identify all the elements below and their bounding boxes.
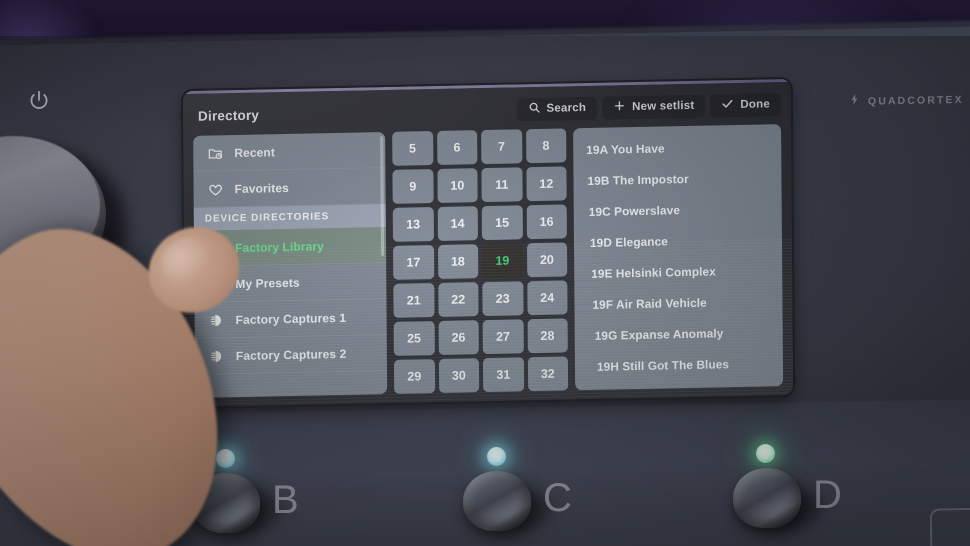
sidebar-item-label: Recent	[234, 144, 275, 160]
brand-name: QUADCORTEX	[867, 93, 964, 108]
sidebar-item-label: Factory Captures 1	[235, 310, 347, 327]
footswitch-cap-d[interactable]	[733, 468, 801, 528]
power-icon[interactable]	[26, 88, 52, 114]
grid-cell[interactable]: 18	[437, 244, 479, 280]
sidebar-item-label: Factory Captures 2	[235, 346, 347, 363]
grid-cell[interactable]: 23	[482, 281, 524, 317]
new-setlist-button[interactable]: New setlist	[601, 94, 706, 120]
grid-cell[interactable]: 22	[437, 282, 479, 318]
capture-icon	[208, 311, 225, 328]
grid-cell[interactable]: 25	[393, 321, 435, 356]
grid-cell[interactable]: 15	[481, 205, 523, 241]
done-button[interactable]: Done	[710, 92, 781, 118]
preset-number-grid: 5 6 7 8 9 10 11 12 13 14 15 16 17 18 19 …	[392, 128, 569, 394]
grid-cell[interactable]: 12	[525, 166, 567, 202]
sidebar-item-label: My Presets	[235, 275, 300, 291]
grid-cell[interactable]: 30	[438, 358, 480, 394]
screen-header: Directory Search New setlist Done	[193, 91, 781, 129]
grid-cell[interactable]: 24	[526, 280, 568, 316]
footswitch-led-b	[216, 449, 235, 468]
heart-icon	[207, 180, 224, 197]
grid-cell[interactable]: 10	[436, 168, 478, 204]
sidebar-item-label: Favorites	[234, 180, 289, 196]
bottom-right-panel-edge	[929, 507, 970, 546]
preset-list-item[interactable]: 19G Expanse Anomaly	[575, 316, 783, 351]
grid-cell-selected[interactable]: 19	[482, 243, 523, 279]
preset-list-item[interactable]: 19B The Impostor	[573, 161, 781, 196]
footswitch-led-d	[756, 444, 775, 463]
lightning-bolt-icon	[848, 93, 861, 111]
sidebar-item-label: Factory Library	[234, 238, 324, 255]
footswitch-label-d: D	[813, 473, 842, 517]
sidebar-item-factory-captures-2[interactable]: Factory Captures 2	[194, 335, 388, 375]
grid-cell[interactable]: 8	[525, 128, 567, 164]
grid-cell[interactable]: 31	[482, 357, 524, 393]
grid-cell[interactable]: 7	[481, 129, 522, 165]
grid-cell[interactable]: 5	[392, 131, 433, 166]
footswitch-label-b: B	[272, 478, 299, 522]
device-screen: Directory Search New setlist Done Recent…	[182, 78, 794, 408]
preset-list-item[interactable]: 19A You Have	[573, 130, 781, 165]
grid-cell[interactable]: 20	[526, 242, 568, 278]
sidebar-item-recent[interactable]: Recent	[193, 132, 386, 172]
grid-cell[interactable]: 9	[392, 169, 434, 204]
search-button-label: Search	[546, 102, 587, 115]
grid-cell[interactable]: 32	[527, 356, 569, 392]
sidebar-section-label: DEVICE DIRECTORIES	[204, 211, 330, 225]
preset-list-item[interactable]: 19D Elegance	[574, 223, 782, 258]
new-setlist-button-label: New setlist	[632, 99, 695, 114]
grid-cell[interactable]: 17	[393, 245, 434, 280]
check-icon	[721, 97, 734, 113]
screen-body: Recent Favorites DEVICE DIRECTORIES Fact…	[193, 124, 784, 398]
screen-content: Directory Search New setlist Done Recent…	[182, 81, 794, 408]
grid-cell[interactable]: 21	[393, 283, 435, 318]
search-button[interactable]: Search	[516, 96, 598, 121]
sidebar-item-favorites[interactable]: Favorites	[193, 168, 386, 208]
grid-cell[interactable]: 29	[393, 359, 435, 394]
search-icon	[527, 101, 540, 117]
page-title: Directory	[197, 107, 260, 124]
preset-list-item[interactable]: 19E Helsinki Complex	[574, 254, 782, 289]
grid-cell[interactable]: 14	[437, 206, 478, 242]
capture-icon	[208, 347, 225, 364]
sidebar-item-factory-captures-1[interactable]: Factory Captures 1	[194, 299, 387, 339]
preset-list-item[interactable]: 19F Air Raid Vehicle	[574, 285, 782, 320]
grid-cell[interactable]: 26	[438, 320, 479, 356]
preset-list-item[interactable]: 19H Still Got The Blues	[575, 347, 783, 382]
footswitch-label-c: C	[543, 476, 572, 520]
preset-list: 19A You Have 19B The Impostor 19C Powers…	[573, 124, 784, 391]
grid-cell[interactable]: 27	[482, 319, 524, 355]
folder-clock-icon	[206, 144, 223, 161]
grid-cell[interactable]: 28	[527, 318, 568, 354]
brand-mark: QUADCORTEX	[848, 91, 964, 111]
screenshot-root: QUADCORTEX Directory Search New setlist …	[0, 0, 970, 546]
preset-list-item[interactable]: 19C Powerslave	[574, 192, 782, 227]
plus-icon	[613, 99, 626, 115]
footswitch-led-c	[487, 447, 506, 466]
footswitch-cap-c[interactable]	[463, 471, 531, 531]
done-button-label: Done	[740, 98, 770, 111]
grid-cell[interactable]: 6	[436, 130, 478, 166]
grid-cell[interactable]: 16	[526, 204, 567, 240]
grid-cell[interactable]: 13	[392, 207, 434, 242]
grid-cell[interactable]: 11	[481, 167, 523, 203]
header-actions: Search New setlist Done	[516, 92, 781, 121]
